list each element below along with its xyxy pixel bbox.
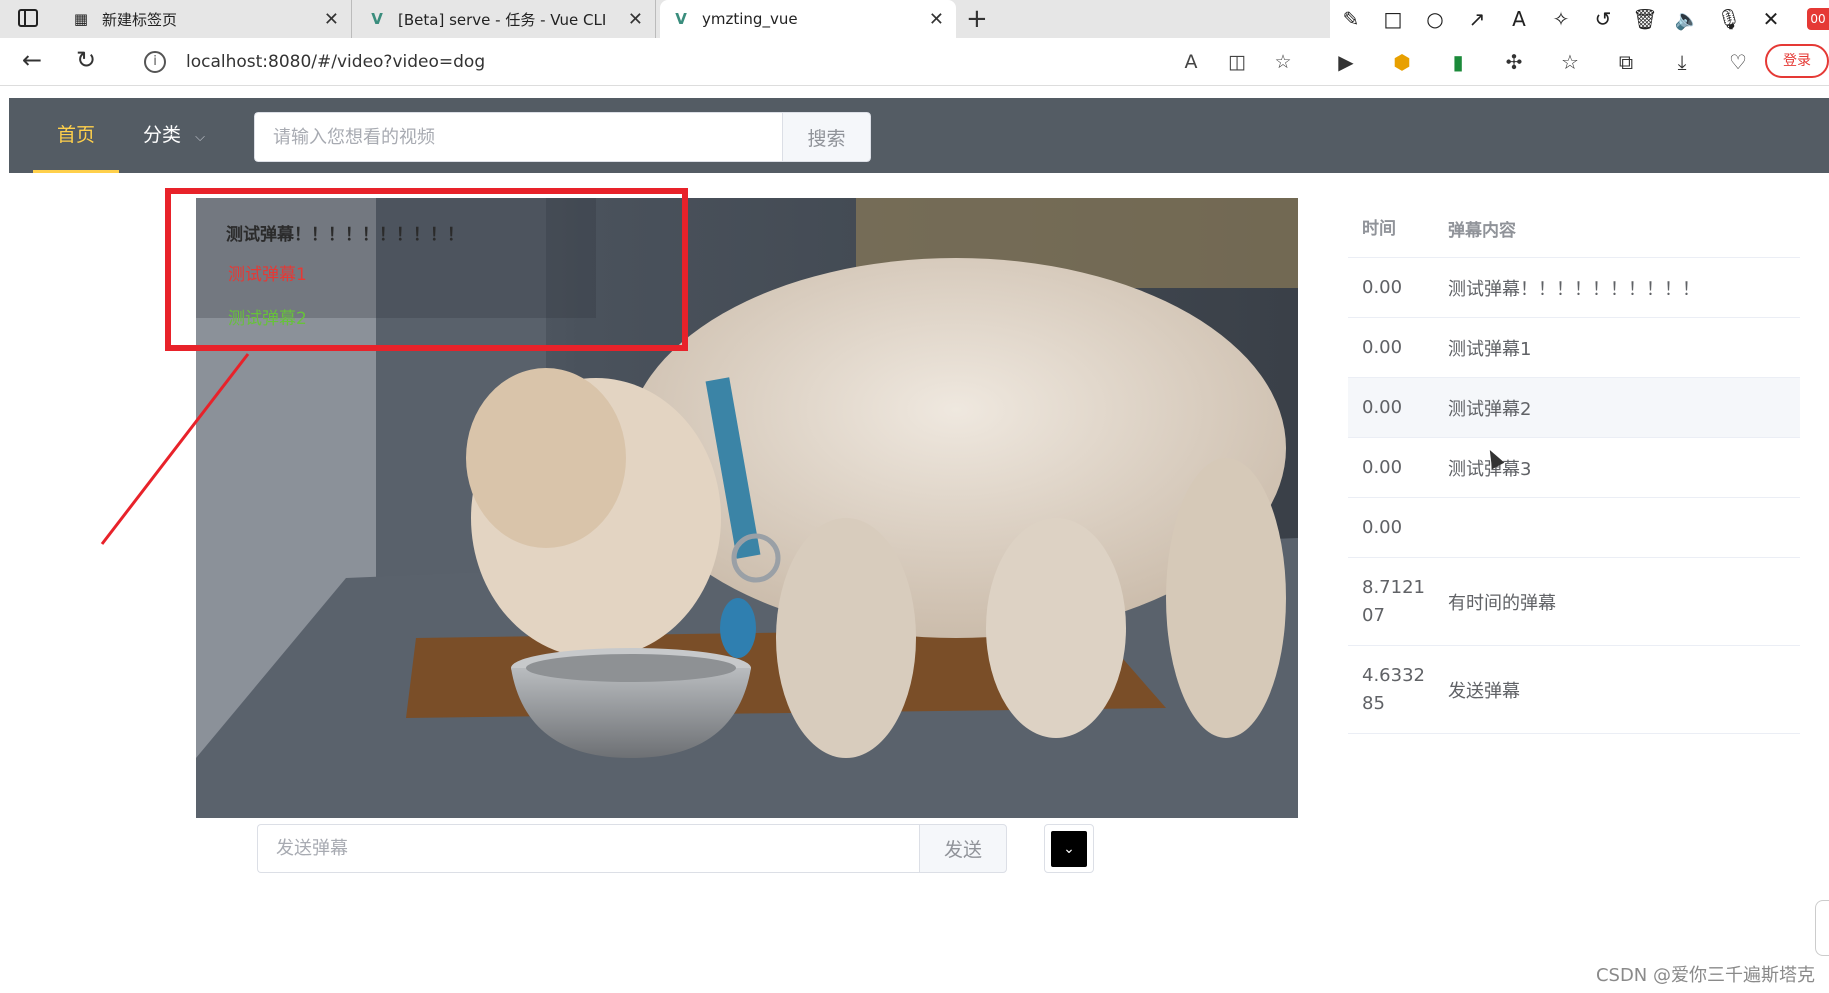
favorites-icon[interactable]: ☆ (1542, 50, 1598, 74)
puzzle-icon[interactable]: ✣ (1486, 50, 1542, 74)
csdn-watermark: CSDN @爱你三千遍斯塔克 (1595, 965, 1815, 986)
tab-title: ymzting_vue (702, 10, 798, 28)
content-cell: 测试弹幕2 (1448, 398, 1532, 420)
danmu-input[interactable] (257, 824, 919, 873)
magic-wand-icon[interactable]: ✧ (1540, 7, 1582, 31)
send-button[interactable]: 发送 (919, 824, 1007, 873)
address-bar[interactable]: i localhost:8080/#/video?video=dog A ◫ ☆ (126, 43, 1306, 81)
tab-title: [Beta] serve - 任务 - Vue CLI (398, 10, 607, 29)
pen-icon[interactable]: ✎ (1330, 7, 1372, 31)
nav-category-label: 分类 (143, 124, 182, 146)
table-row[interactable]: 8.712107 有时间的弹幕 (1348, 558, 1800, 646)
login-button[interactable]: 登录 (1765, 44, 1829, 78)
play-icon[interactable]: ▶ (1318, 50, 1374, 74)
close-icon[interactable]: ✕ (929, 9, 944, 30)
close-icon[interactable]: ✕ (1750, 7, 1792, 31)
vue-logo-icon: V (675, 10, 687, 28)
annotation-highlight-box (165, 188, 688, 351)
side-panel-handle[interactable] (1815, 900, 1829, 956)
url-text[interactable]: localhost:8080/#/video?video=dog (186, 52, 485, 72)
app-navbar: 首页 分类 ⌵ 搜索 (9, 98, 1829, 173)
site-info-icon[interactable]: i (144, 51, 166, 73)
time-cell: 0.00 (1362, 516, 1403, 538)
collections-icon[interactable]: ⧉ (1598, 50, 1654, 74)
nav-category[interactable]: 分类 ⌵ (143, 98, 205, 173)
split-screen-icon[interactable]: ◫ (1214, 51, 1260, 73)
content-cell: 测试弹幕1 (1448, 338, 1532, 360)
time-cell: 8.712107 (1362, 576, 1425, 626)
close-icon[interactable]: ✕ (628, 9, 643, 30)
close-icon[interactable]: ✕ (324, 9, 339, 30)
tab-new-tab[interactable]: ▦ 新建标签页 ✕ (60, 0, 352, 38)
table-row[interactable]: 0.00 (1348, 498, 1800, 558)
table-row[interactable]: 0.00 测试弹幕1 (1348, 318, 1800, 378)
undo-icon[interactable]: ↺ (1582, 7, 1624, 31)
send-danmu-bar: 发送 (257, 824, 1007, 873)
table-row[interactable]: 0.00 测试弹幕！！！！！！！！！！ (1348, 258, 1800, 318)
column-header-content: 弹幕内容 (1448, 221, 1516, 241)
rectangle-icon[interactable]: □ (1372, 7, 1414, 31)
speaker-icon[interactable]: 🔈 (1666, 7, 1708, 31)
add-favorite-icon[interactable]: ☆ (1260, 51, 1306, 73)
table-row[interactable]: 0.00 测试弹幕3 (1348, 438, 1800, 498)
chevron-down-icon: ⌄ (1051, 831, 1087, 867)
table-header: 时间 弹幕内容 (1348, 200, 1800, 258)
time-cell: 0.00 (1362, 396, 1403, 418)
extensions-bar: ▶ ⬢ ▮ ✣ ☆ ⧉ ⤓ ♡ (1318, 43, 1766, 81)
nav-home[interactable]: 首页 (33, 98, 119, 173)
color-picker[interactable]: ⌄ (1044, 824, 1094, 873)
tab-vue-cli[interactable]: V [Beta] serve - 任务 - Vue CLI ✕ (356, 0, 656, 38)
time-cell: 4.633285 (1362, 664, 1425, 714)
table-row[interactable]: 4.633285 发送弹幕 (1348, 646, 1800, 734)
content-cell: 有时间的弹幕 (1448, 592, 1556, 614)
table-row[interactable]: 0.00 测试弹幕2 (1348, 378, 1800, 438)
content-cell: 测试弹幕！！！！！！！！！！ (1448, 278, 1700, 300)
new-tab-button[interactable]: + (966, 4, 988, 34)
search-button[interactable]: 搜索 (782, 112, 871, 162)
record-badge: 00 (1807, 8, 1829, 30)
time-cell: 0.00 (1362, 276, 1403, 298)
vue-logo-icon: V (371, 10, 383, 28)
trash-icon[interactable]: 🗑 (1624, 7, 1666, 31)
browser-toolbar: ← ↻ i localhost:8080/#/video?video=dog A… (0, 38, 1829, 86)
extension-green-icon[interactable]: ▮ (1430, 50, 1486, 74)
search-bar: 搜索 (254, 112, 871, 162)
arrow-icon[interactable]: ↗ (1456, 7, 1498, 31)
tab-actions-icon[interactable] (18, 9, 38, 27)
back-arrow-icon[interactable]: ← (22, 46, 42, 74)
circle-icon[interactable]: ○ (1414, 7, 1456, 31)
performance-icon[interactable]: ♡ (1710, 50, 1766, 74)
tab-ymzting-vue[interactable]: V ymzting_vue ✕ (660, 0, 956, 38)
annotation-toolbar: ✎ □ ○ ↗ A ✧ ↺ 🗑 🔈 🎙 ✕ 00 (1330, 0, 1829, 38)
time-cell: 0.00 (1362, 456, 1403, 478)
download-icon[interactable]: ⤓ (1654, 50, 1710, 74)
extension-shield-icon[interactable]: ⬢ (1374, 50, 1430, 74)
column-header-time: 时间 (1362, 218, 1396, 239)
text-icon[interactable]: A (1498, 7, 1540, 31)
tab-title: 新建标签页 (102, 10, 178, 29)
search-input[interactable] (254, 112, 782, 162)
refresh-icon[interactable]: ↻ (76, 46, 96, 74)
microphone-icon[interactable]: 🎙 (1708, 7, 1750, 31)
content-cell: 发送弹幕 (1448, 680, 1520, 702)
browser-tabstrip: ▦ 新建标签页 ✕ V [Beta] serve - 任务 - Vue CLI … (0, 0, 1829, 38)
time-cell: 0.00 (1362, 336, 1403, 358)
chevron-down-icon: ⌵ (195, 130, 205, 145)
newtab-page-icon: ▦ (73, 10, 89, 28)
danmu-table: 时间 弹幕内容 0.00 测试弹幕！！！！！！！！！！ 0.00 测试弹幕1 0… (1348, 200, 1800, 734)
read-aloud-icon[interactable]: A (1168, 51, 1214, 73)
